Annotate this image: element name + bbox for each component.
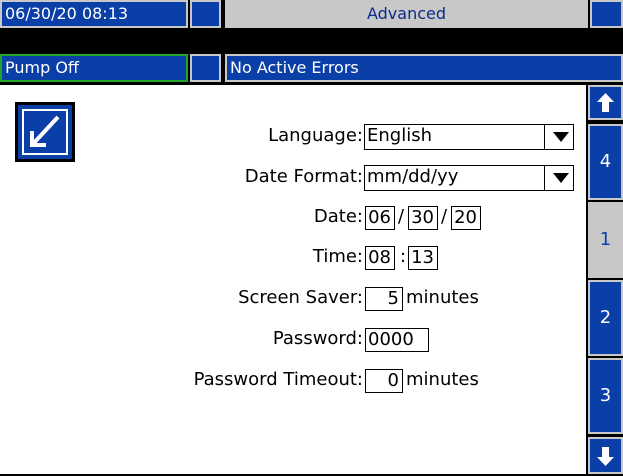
password-input[interactable]: 0000 (365, 328, 429, 352)
up-arrow-icon (597, 93, 614, 112)
date-format-value: mm/dd/yy (367, 166, 459, 187)
screen-saver-unit: minutes (406, 287, 479, 308)
date-year-input[interactable]: 20 (451, 206, 481, 230)
header-indicator-1 (190, 0, 221, 28)
date-format-select[interactable]: mm/dd/yy (364, 165, 574, 191)
dropdown-divider (543, 125, 545, 149)
password-timeout-input[interactable]: 0 (365, 369, 403, 393)
dropdown-arrow-icon (553, 132, 569, 142)
language-select[interactable]: English (364, 124, 574, 150)
time-separator: : (400, 246, 407, 267)
edit-button[interactable] (15, 102, 75, 162)
edit-icon (30, 115, 60, 147)
scroll-down-button[interactable] (588, 437, 623, 474)
password-timeout-unit: minutes (406, 369, 479, 390)
tab-3[interactable]: 3 (588, 358, 623, 434)
date-label: Date: (313, 206, 363, 227)
password-label: Password: (272, 328, 363, 349)
screen-saver-input[interactable]: 5 (365, 287, 403, 311)
date-day-input[interactable]: 30 (408, 206, 438, 230)
dropdown-divider (543, 166, 545, 190)
screen-saver-label: Screen Saver: (238, 287, 363, 308)
pump-status: Pump Off (0, 54, 188, 82)
down-arrow-icon (597, 447, 614, 466)
language-label: Language: (268, 125, 363, 146)
errors-display: No Active Errors (225, 54, 623, 82)
time-minute-input[interactable]: 13 (408, 246, 438, 270)
date-month-input[interactable]: 06 (365, 206, 395, 230)
time-label: Time: (312, 246, 363, 267)
scroll-up-button[interactable] (588, 85, 623, 120)
time-hour-input[interactable]: 08 (365, 246, 395, 270)
header-indicator-2 (590, 0, 623, 28)
status-indicator (190, 54, 221, 82)
datetime-display: 06/30/20 08:13 (0, 0, 188, 28)
dropdown-arrow-icon (553, 173, 569, 183)
date-format-label: Date Format: (244, 166, 363, 187)
language-value: English (367, 125, 432, 146)
date-separator: / (441, 206, 448, 227)
tab-2[interactable]: 2 (588, 280, 623, 356)
tab-4[interactable]: 4 (588, 124, 623, 200)
password-timeout-label: Password Timeout: (193, 369, 363, 390)
screen-title: Advanced (225, 0, 588, 28)
tab-1[interactable]: 1 (588, 202, 623, 278)
date-separator: / (398, 206, 405, 227)
